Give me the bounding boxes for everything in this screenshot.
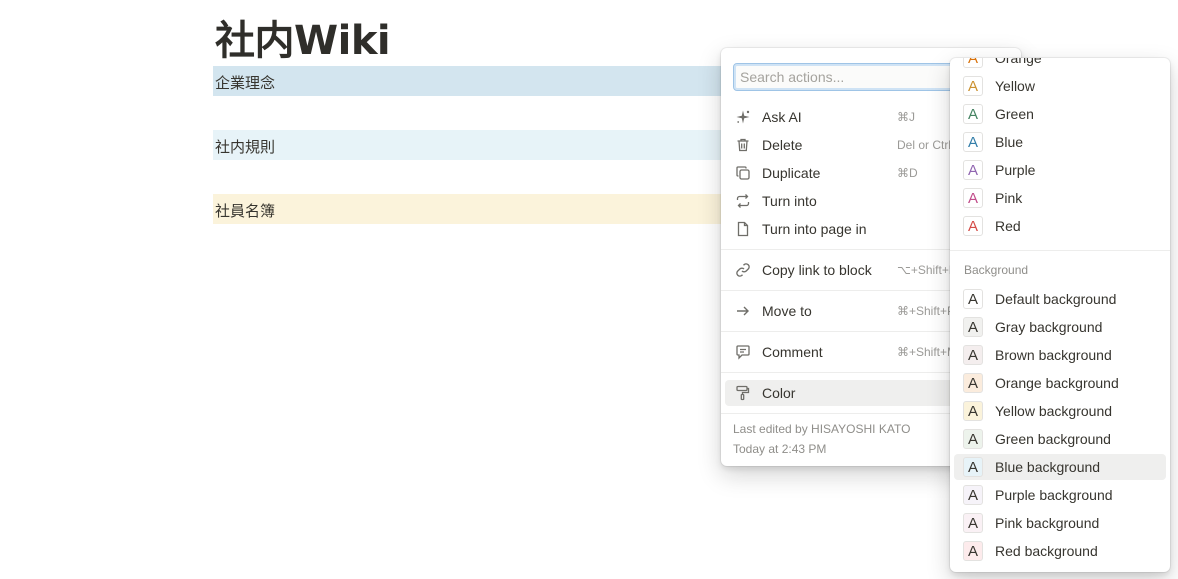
background-color-gray-background[interactable]: A Gray background xyxy=(954,314,1166,340)
text-color-yellow[interactable]: A Yellow xyxy=(954,73,1166,99)
background-swatch-icon: A xyxy=(963,289,983,309)
color-option-label: Blue xyxy=(995,134,1024,150)
menu-item-label: Copy link to block xyxy=(762,262,872,278)
menu-item-label: Ask AI xyxy=(762,109,802,125)
background-swatch-icon: A xyxy=(963,457,983,477)
menu-item-shortcut: ⌥+Shift+L xyxy=(897,263,956,277)
menu-item-shortcut: ⌘J xyxy=(897,110,915,124)
background-swatch-icon: A xyxy=(963,401,983,421)
background-color-brown-background[interactable]: A Brown background xyxy=(954,342,1166,368)
text-color-green[interactable]: A Green xyxy=(954,101,1166,127)
background-color-yellow-background[interactable]: A Yellow background xyxy=(954,398,1166,424)
turn-into-icon xyxy=(734,192,752,210)
color-option-label: Brown background xyxy=(995,347,1112,363)
text-color-swatch-icon: A xyxy=(963,188,983,208)
text-color-swatch-icon: A xyxy=(963,160,983,180)
background-color-green-background[interactable]: A Green background xyxy=(954,426,1166,452)
color-option-label: Pink xyxy=(995,190,1023,206)
paint-roller-icon xyxy=(734,384,752,402)
color-submenu-divider xyxy=(950,250,1170,251)
text-color-swatch-icon: A xyxy=(963,216,983,236)
text-block[interactable]: 企業理念 xyxy=(213,66,733,96)
color-option-label: Default background xyxy=(995,291,1117,307)
background-swatch-icon: A xyxy=(963,485,983,505)
menu-item-label: Move to xyxy=(762,303,812,319)
color-option-label: Pink background xyxy=(995,515,1100,531)
menu-item-shortcut: ⌘+Shift+P xyxy=(897,304,956,318)
background-swatch-icon: A xyxy=(963,345,983,365)
menu-item-label: Turn into page in xyxy=(762,221,867,237)
color-option-label: Orange xyxy=(995,58,1042,66)
background-color-orange-background[interactable]: A Orange background xyxy=(954,370,1166,396)
background-color-default-background[interactable]: A Default background xyxy=(954,286,1166,312)
color-option-label: Purple xyxy=(995,162,1036,178)
background-heading: Background xyxy=(964,263,1029,277)
background-swatch-icon: A xyxy=(963,513,983,533)
trash-icon xyxy=(734,136,752,154)
comment-icon xyxy=(734,343,752,361)
text-block[interactable]: 社内規則 xyxy=(213,130,733,160)
background-color-purple-background[interactable]: A Purple background xyxy=(954,482,1166,508)
menu-item-shortcut: ⌘+Shift+M xyxy=(897,345,958,359)
background-color-red-background[interactable]: A Red background xyxy=(954,538,1166,564)
color-option-label: Yellow xyxy=(995,78,1035,94)
color-submenu: A Orange A Yellow A Green A Blue A Purple A Pink A Re… xyxy=(950,58,1170,572)
arrow-right-icon xyxy=(734,302,752,320)
text-color-purple[interactable]: A Purple xyxy=(954,157,1166,183)
text-color-swatch-icon: A xyxy=(963,58,983,68)
menu-item-label: Comment xyxy=(762,344,823,360)
text-color-swatch-icon: A xyxy=(963,104,983,124)
text-color-pink[interactable]: A Pink xyxy=(954,185,1166,211)
text-block[interactable]: 社員名簿 xyxy=(213,194,733,224)
background-color-pink-background[interactable]: A Pink background xyxy=(954,510,1166,536)
background-color-blue-background[interactable]: A Blue background xyxy=(954,454,1166,480)
color-option-label: Orange background xyxy=(995,375,1119,391)
text-color-swatch-icon: A xyxy=(963,76,983,96)
menu-item-label: Color xyxy=(762,385,796,401)
color-option-label: Purple background xyxy=(995,487,1113,503)
menu-item-label: Duplicate xyxy=(762,165,821,181)
color-option-label: Green xyxy=(995,106,1034,122)
color-option-label: Green background xyxy=(995,431,1111,447)
text-color-swatch-icon: A xyxy=(963,132,983,152)
last-edited-time: Today at 2:43 PM xyxy=(733,442,827,456)
link-icon xyxy=(734,261,752,279)
text-color-orange[interactable]: A Orange xyxy=(954,58,1166,71)
color-option-label: Red xyxy=(995,218,1021,234)
text-color-blue[interactable]: A Blue xyxy=(954,129,1166,155)
text-color-red[interactable]: A Red xyxy=(954,213,1166,239)
background-swatch-icon: A xyxy=(963,317,983,337)
background-swatch-icon: A xyxy=(963,541,983,561)
page-icon xyxy=(734,220,752,238)
menu-item-shortcut: ⌘D xyxy=(897,166,918,180)
sparkle-icon xyxy=(734,108,752,126)
color-option-label: Gray background xyxy=(995,319,1103,335)
last-edited-by: Last edited by HISAYOSHI KATO xyxy=(733,422,911,436)
color-option-label: Red background xyxy=(995,543,1098,559)
background-swatch-icon: A xyxy=(963,373,983,393)
color-option-label: Blue background xyxy=(995,459,1101,475)
background-swatch-icon: A xyxy=(963,429,983,449)
page-title: 社内Wiki xyxy=(215,18,391,64)
color-option-label: Yellow background xyxy=(995,403,1113,419)
menu-item-label: Turn into xyxy=(762,193,817,209)
menu-item-label: Delete xyxy=(762,137,803,153)
duplicate-icon xyxy=(734,164,752,182)
